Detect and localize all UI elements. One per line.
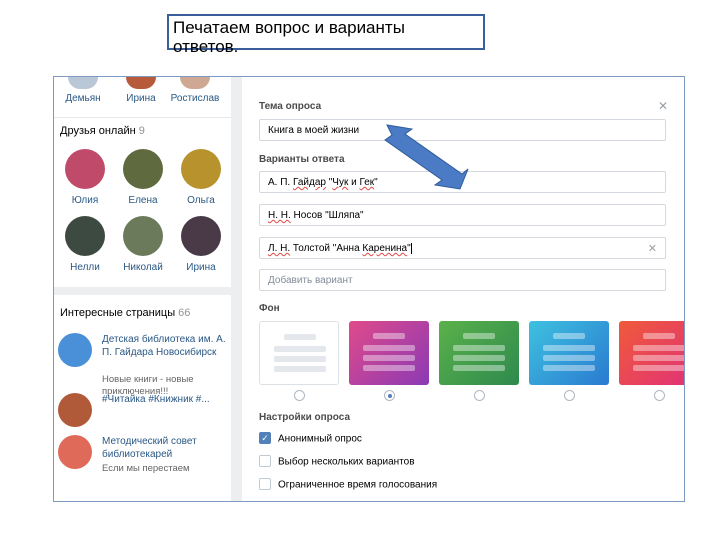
caption-line-1: Печатаем вопрос и варианты <box>173 18 405 37</box>
vk-screenshot: Демьян Ирина Ростислав Друзья онлайн 9 Юл… <box>53 76 685 502</box>
double-arrow-annotation <box>384 124 469 190</box>
caption-line-2: ответов. <box>173 37 239 56</box>
instruction-caption: Печатаем вопрос и варианты ответов. <box>167 14 485 56</box>
